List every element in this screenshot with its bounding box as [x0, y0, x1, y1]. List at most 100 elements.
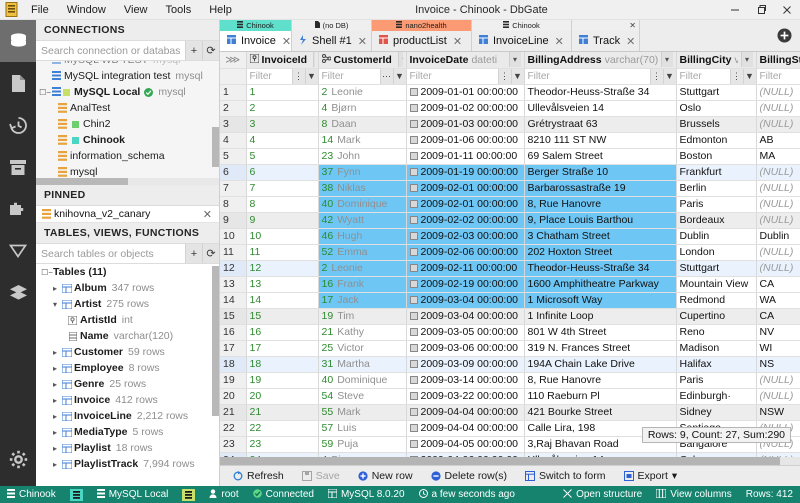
tab-productlist[interactable]: productList ✕: [372, 31, 471, 51]
row-number-cell[interactable]: 3: [220, 116, 247, 133]
tab-close-icon[interactable]: ✕: [453, 35, 462, 48]
cell-customerid[interactable]: 59 Puja: [318, 436, 407, 453]
cell-billingcity[interactable]: Boston: [676, 148, 757, 165]
cell-invoicedate[interactable]: 2009-04-04 00:00:00: [406, 420, 525, 437]
cell-invoicedate[interactable]: 2009-03-04 00:00:00: [406, 292, 525, 309]
maximize-button[interactable]: [748, 0, 774, 20]
cell-invoicedate[interactable]: 2009-03-09 00:00:00: [406, 356, 525, 373]
connection-item-mysql-local[interactable]: ☐− MySQL Local mysql: [36, 84, 219, 100]
tab-close-icon[interactable]: ✕: [555, 35, 564, 48]
cell-invoicedate[interactable]: 2009-02-01 00:00:00: [406, 180, 525, 197]
row-number-cell[interactable]: 9: [220, 212, 247, 229]
filter-funnel-icon[interactable]: ▼: [510, 68, 523, 83]
chevron-right-icon[interactable]: ▸: [50, 284, 60, 293]
row-number-cell[interactable]: 1: [220, 84, 247, 101]
cell-customerid[interactable]: 38 Niklas: [318, 180, 407, 197]
table-row[interactable]: 3 3 8 Daan 2009-01-03 00:00:00 Grétrystraat 6…: [220, 116, 800, 133]
chevron-down-icon[interactable]: ▾: [50, 300, 60, 309]
unpin-close-icon[interactable]: ✕: [200, 208, 215, 221]
row-number-cell[interactable]: 6: [220, 164, 247, 181]
delete-rows-button[interactable]: Delete row(s): [422, 467, 516, 486]
cell-billingaddress[interactable]: Ullevålsveien 14: [524, 100, 677, 117]
row-number-cell[interactable]: 10: [220, 228, 247, 245]
cell-invoicedate[interactable]: 2009-03-05 00:00:00: [406, 324, 525, 341]
refresh-connections-button[interactable]: ⟳: [202, 41, 219, 60]
row-number-cell[interactable]: 4: [220, 132, 247, 149]
table-row[interactable]: 8 8 40 Dominique 2009-02-01 00:00:00 8, Rue H…: [220, 196, 800, 213]
grid-corner-cell[interactable]: ⋙: [220, 52, 247, 69]
cell-customerid[interactable]: 23 John: [318, 148, 407, 165]
table-item-genre[interactable]: ▸ Genre 25 rows: [36, 376, 219, 392]
status-connected[interactable]: Connected: [246, 486, 321, 503]
table-item-playlisttrack[interactable]: ▸ PlaylistTrack 7,994 rows: [36, 456, 219, 472]
cell-invoiceid[interactable]: 9: [246, 212, 319, 229]
menu-help[interactable]: Help: [200, 0, 241, 20]
cell-billingaddress[interactable]: 194A Chain Lake Drive: [524, 356, 677, 373]
table-row[interactable]: 14 14 17 Jack 2009-03-04 00:00:00 1 Microsoft…: [220, 292, 800, 309]
cell-billingstate[interactable]: NV: [756, 324, 800, 341]
menu-view[interactable]: View: [115, 0, 157, 20]
table-row[interactable]: 19 19 40 Dominique 2009-03-14 00:00:00 8, Rue…: [220, 372, 800, 389]
new-tab-button[interactable]: [769, 20, 800, 51]
database-item-information-schema[interactable]: information_schema: [36, 148, 219, 164]
switch-to-form-button[interactable]: Switch to form: [516, 467, 615, 486]
cell-billingstate[interactable]: CA: [756, 276, 800, 293]
cell-invoiceid[interactable]: 12: [246, 260, 319, 277]
cell-invoicedate[interactable]: 2009-01-06 00:00:00: [406, 132, 525, 149]
cell-invoiceid[interactable]: 15: [246, 308, 319, 325]
cell-billingstate[interactable]: (NULL): [756, 196, 800, 213]
chevron-right-icon[interactable]: ▸: [50, 396, 60, 405]
filter-input[interactable]: [318, 68, 380, 83]
cell-billingstate[interactable]: MA: [756, 148, 800, 165]
cell-billingaddress[interactable]: 8210 111 ST NW: [524, 132, 677, 149]
filter-funnel-icon[interactable]: ▼: [662, 68, 675, 83]
tab-invoiceline[interactable]: InvoiceLine ✕: [472, 31, 571, 51]
filter-menu-icon[interactable]: ⋮: [729, 68, 743, 83]
cell-billingcity[interactable]: Dublin: [676, 228, 757, 245]
connection-search-input[interactable]: [36, 41, 185, 60]
row-number-cell[interactable]: 7: [220, 180, 247, 197]
cell-invoicedate[interactable]: 2009-01-11 00:00:00: [406, 148, 525, 165]
table-row[interactable]: 20 20 54 Steve 2009-03-22 00:00:00 110 Raebur…: [220, 388, 800, 405]
table-item-playlist[interactable]: ▸ Playlist 18 rows: [36, 440, 219, 456]
connection-item[interactable]: MySQL WB TEST mysql: [36, 61, 219, 68]
cell-invoicedate[interactable]: 2009-02-06 00:00:00: [406, 244, 525, 261]
cell-billingstate[interactable]: (NULL): [756, 260, 800, 277]
chevron-right-icon[interactable]: ▸: [50, 380, 60, 389]
table-row[interactable]: 16 16 21 Kathy 2009-03-05 00:00:00 801 W 4th …: [220, 324, 800, 341]
status-last-refresh[interactable]: a few seconds ago: [412, 486, 522, 503]
filter-input[interactable]: [676, 68, 730, 83]
table-row[interactable]: 5 5 23 John 2009-01-11 00:00:00 69 Salem Stre…: [220, 148, 800, 165]
cell-billingstate[interactable]: NS: [756, 356, 800, 373]
row-number-cell[interactable]: 2: [220, 100, 247, 117]
cell-invoiceid[interactable]: 19: [246, 372, 319, 389]
cell-invoiceid[interactable]: 11: [246, 244, 319, 261]
objects-vertical-scrollbar[interactable]: [212, 266, 219, 416]
cell-invoiceid[interactable]: 16: [246, 324, 319, 341]
collapse-toggle-icon[interactable]: ☐−: [39, 88, 51, 97]
connections-horizontal-scrollbar[interactable]: [36, 178, 128, 185]
cell-billingcity[interactable]: Berlin: [676, 180, 757, 197]
cell-customerid[interactable]: 2 Leonie: [318, 260, 407, 277]
table-item-invoiceline[interactable]: ▸ InvoiceLine 2,212 rows: [36, 408, 219, 424]
cell-billingaddress[interactable]: 9, Place Louis Barthou: [524, 212, 677, 229]
cell-invoiceid[interactable]: 3: [246, 116, 319, 133]
cell-invoicedate[interactable]: 2009-02-03 00:00:00: [406, 228, 525, 245]
objects-group-tables[interactable]: ☐− Tables (11): [36, 264, 219, 280]
column-header-invoiceid[interactable]: InvoiceId int ▾: [246, 52, 319, 69]
cell-customerid[interactable]: 46 Hugh: [318, 228, 407, 245]
filter-input[interactable]: [246, 68, 292, 83]
cell-invoiceid[interactable]: 8: [246, 196, 319, 213]
cell-billingstate[interactable]: WI: [756, 340, 800, 357]
rail-file-icon[interactable]: [0, 62, 36, 104]
row-number-cell[interactable]: 22: [220, 420, 247, 437]
cell-billingaddress[interactable]: Theodor-Heuss-Straße 34: [524, 260, 677, 277]
cell-billingstate[interactable]: (NULL): [756, 244, 800, 261]
cell-customerid[interactable]: 14 Mark: [318, 132, 407, 149]
tab-close-icon[interactable]: ✕: [626, 35, 635, 48]
column-menu-caret-icon[interactable]: ▾: [740, 52, 753, 67]
tab-db-close-icon[interactable]: ✕: [629, 21, 636, 30]
close-button[interactable]: [774, 0, 800, 20]
cell-customerid[interactable]: 8 Daan: [318, 116, 407, 133]
save-button[interactable]: Save: [293, 467, 349, 486]
